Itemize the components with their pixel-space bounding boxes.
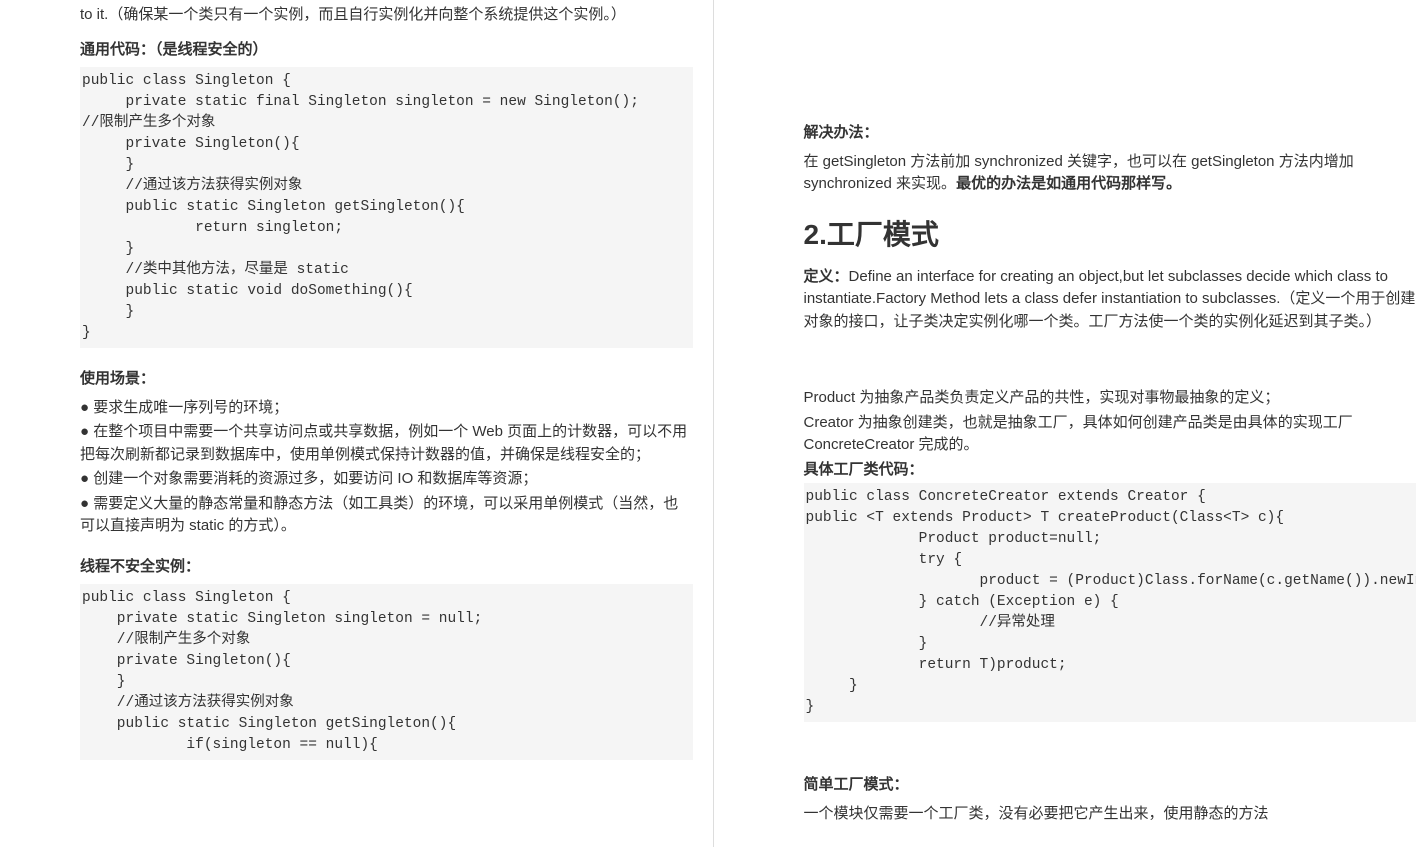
definition-label: 定义： <box>804 268 849 285</box>
role-product: Product 为抽象产品类负责定义产品的共性，实现对事物最抽象的定义； <box>804 387 1416 410</box>
unsafe-label: 线程不安全实例： <box>80 556 693 579</box>
intro-fragment: to it.（确保某一个类只有一个实例，而且自行实例化并向整个系统提供这个实例。… <box>80 4 693 27</box>
right-column: 解决办法： 在 getSingleton 方法前加 synchronized 关… <box>713 0 1416 847</box>
code-block-concrete-creator: public class ConcreteCreator extends Cre… <box>804 483 1416 722</box>
roles: Product 为抽象产品类负责定义产品的共性，实现对事物最抽象的定义； Cre… <box>804 387 1416 457</box>
definition-body: Define an interface for creating an obje… <box>804 268 1416 330</box>
left-column: to it.（确保某一个类只有一个实例，而且自行实例化并向整个系统提供这个实例。… <box>0 0 713 847</box>
two-column-layout: to it.（确保某一个类只有一个实例，而且自行实例化并向整个系统提供这个实例。… <box>0 0 1416 847</box>
heading-factory: 2.工厂模式 <box>804 214 1416 256</box>
list-item: ● 创建一个对象需要消耗的资源过多，如要访问 IO 和数据库等资源； <box>80 468 693 491</box>
solution-label: 解决办法： <box>804 122 1416 145</box>
definition: 定义：Define an interface for creating an o… <box>804 266 1416 334</box>
code-block-singleton-unsafe: public class Singleton { private static … <box>80 584 693 760</box>
list-item: ● 需要定义大量的静态常量和静态方法（如工具类）的环境，可以采用单例模式（当然，… <box>80 493 693 538</box>
list-item: ● 在整个项目中需要一个共享访问点或共享数据，例如一个 Web 页面上的计数器，… <box>80 421 693 466</box>
simple-factory-label: 简单工厂模式： <box>804 774 1416 797</box>
code-block-singleton-safe: public class Singleton { private static … <box>80 67 693 348</box>
role-creator: Creator 为抽象创建类，也就是抽象工厂，具体如何创建产品类是由具体的实现工… <box>804 412 1416 457</box>
list-item: ● 要求生成唯一序列号的环境； <box>80 397 693 420</box>
concrete-factory-label: 具体工厂类代码： <box>804 459 1416 482</box>
generic-code-label: 通用代码：（是线程安全的） <box>80 39 693 62</box>
usage-bullets: ● 要求生成唯一序列号的环境； ● 在整个项目中需要一个共享访问点或共享数据，例… <box>80 397 693 538</box>
usage-label: 使用场景： <box>80 368 693 391</box>
solution-text-b: 最优的办法是如通用代码那样写。 <box>956 175 1181 192</box>
solution-body: 在 getSingleton 方法前加 synchronized 关键字，也可以… <box>804 151 1416 196</box>
